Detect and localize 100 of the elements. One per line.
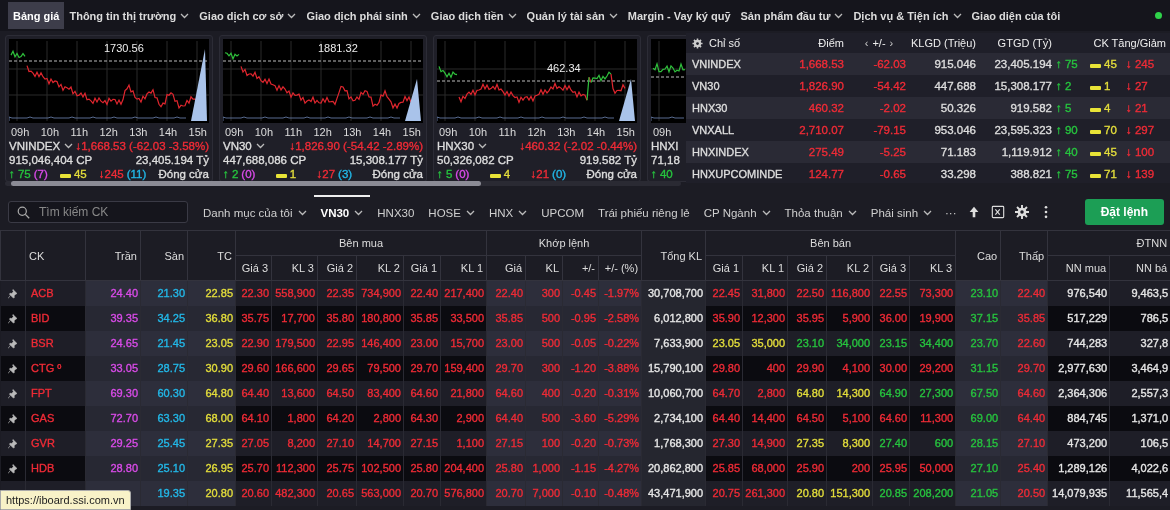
market-tab[interactable]: HNX30 (370, 195, 422, 228)
stock-symbol[interactable]: BID (31, 312, 50, 324)
next-button[interactable]: › (889, 37, 894, 49)
url-tooltip: https://iboard.ssi.com.vn (0, 490, 131, 510)
table-cell: 2,800 (373, 412, 401, 424)
table-cell: 563,000 (361, 487, 401, 499)
table-cell: 146,400 (361, 337, 401, 349)
column-header: KL 1 (460, 262, 484, 274)
table-cell: 31,800 (751, 287, 786, 300)
nav-menu-item[interactable]: Giao diện của tôi (966, 2, 1066, 29)
table-cell: 13,600 (281, 387, 315, 399)
table-cell: -0.45 (570, 287, 597, 300)
nav-menu-item[interactable]: Giao dịch tiền (425, 2, 522, 29)
nav-menu-item[interactable]: Giao dịch cơ sở (194, 2, 302, 29)
nav-menu-item[interactable]: Thông tin thị trường (64, 2, 195, 29)
nav-menu-item[interactable]: Bảng giá (8, 2, 65, 29)
nav-menu-item[interactable]: Margin - Vay ký quỹ (622, 2, 736, 29)
nav-menu-item[interactable]: Giao dịch phái sinh (301, 2, 426, 29)
dash-icon (489, 174, 501, 178)
table-cell: 27.10 (326, 437, 354, 449)
table-cell: 22.40 (1017, 287, 1046, 300)
table-cell: 64.40 (1017, 412, 1046, 424)
table-cell: 217,400 (444, 287, 485, 300)
unchanged-count: 4 (503, 168, 511, 180)
hour-label: 14h (372, 126, 392, 140)
caret-icon (478, 143, 488, 150)
market-tab[interactable]: Trái phiếu riêng lẻ (591, 195, 697, 228)
market-tab[interactable]: Thỏa thuận (777, 195, 864, 228)
stock-symbol[interactable]: BSR (31, 337, 54, 349)
table-cell: 34,000 (836, 337, 871, 349)
table-cell: 28.15 (970, 437, 999, 449)
index-points: 124.77 (807, 168, 845, 180)
table-cell: 2,557,3 (1131, 387, 1169, 399)
reference-label: 1730.56 (104, 42, 144, 54)
table-cell: 7,633,900 (654, 337, 704, 349)
table-cell: 64.50 (326, 387, 354, 399)
market-tab[interactable]: CP Ngành (696, 195, 778, 228)
table-cell: 68.00 (205, 412, 233, 424)
index-selector[interactable]: HNX30 (437, 140, 488, 153)
pin-icon (8, 464, 18, 475)
index-selector[interactable]: HNXI (651, 140, 679, 153)
table-cell: 35.80 (326, 312, 354, 324)
table-cell: 22.85 (205, 287, 233, 300)
market-tab[interactable]: HOSE (421, 195, 482, 228)
nav-menu-item[interactable]: Sản phẩm đầu tư (735, 2, 849, 29)
table-cell: 23.15 (879, 337, 908, 349)
hour-label: 13h (343, 126, 362, 140)
table-cell: 14,900 (751, 437, 786, 449)
table-cell: 37.15 (970, 312, 999, 324)
table-cell: 23.10 (970, 287, 999, 300)
table-cell: 22.60 (1017, 337, 1046, 349)
market-tab[interactable]: Danh mục của tôi (196, 195, 314, 228)
pin-icon (8, 389, 18, 400)
stock-symbol[interactable]: GVR (31, 437, 55, 449)
volume-text: 71.183 (939, 146, 977, 158)
table-cell: 23.00 (410, 337, 438, 349)
nav-menu-item[interactable]: Quản lý tài sản (521, 2, 623, 29)
table-cell: 300 (541, 362, 561, 374)
table-cell: 2,800 (757, 387, 786, 399)
table-cell: 100 (541, 437, 561, 449)
prev-button[interactable]: ‹ (864, 37, 869, 49)
table-cell: 64.60 (410, 387, 438, 399)
index-name: HNXUPCOMINDE (692, 168, 784, 180)
dash-icon (1090, 108, 1101, 112)
scrollbar[interactable] (11, 181, 481, 186)
index-change: ↓1,826.90 (-54.42 -2.89%) (289, 140, 423, 153)
market-tab[interactable]: UPCOM (534, 195, 592, 228)
hour-label: 12h (527, 126, 546, 140)
column-header: KLGD (Triệu) (910, 37, 977, 49)
index-selector[interactable]: VNINDEX (9, 140, 74, 153)
index-selector[interactable]: VN30 (223, 140, 265, 153)
table-cell: 5,100 (842, 412, 871, 424)
table-cell: 21.30 (157, 287, 185, 300)
stock-symbol[interactable]: ACB (31, 287, 54, 300)
table-cell: 22.50 (796, 287, 825, 300)
column-header: Trần (114, 249, 137, 262)
declines-count: ↓245 (98, 168, 124, 180)
table-cell: 39.35 (110, 312, 138, 324)
table-cell: 34,400 (919, 337, 954, 349)
nav-menu-item[interactable]: Dịch vụ & Tiện ích (848, 2, 967, 29)
volume-text: 50.326 (939, 102, 977, 114)
table-cell: 20.80 (796, 487, 825, 499)
market-tab[interactable]: VN30 (313, 195, 371, 228)
table-cell: 976,540 (1067, 287, 1108, 300)
dash-icon (1090, 174, 1101, 178)
table-cell: 67.50 (970, 387, 999, 399)
search-field[interactable]: Tìm kiếm CK (8, 200, 188, 223)
table-cell: 151,300 (830, 487, 871, 499)
table-cell: 4,022,6 (1131, 462, 1169, 474)
table-cell: 400 (766, 362, 786, 374)
table-cell: 34.25 (157, 312, 185, 324)
unchanged-count: 4 (1104, 102, 1111, 114)
stock-symbol[interactable]: GAS (31, 412, 55, 424)
more-button[interactable]: ··· (939, 195, 963, 228)
stock-symbol[interactable]: FPT (31, 387, 52, 399)
market-tab[interactable]: Phái sinh (863, 195, 940, 228)
stock-symbol[interactable]: HDB (31, 462, 55, 474)
unchanged-count: 45 (1104, 146, 1117, 158)
market-tab[interactable]: HNX (481, 195, 535, 228)
hour-label: 15h (188, 126, 207, 140)
